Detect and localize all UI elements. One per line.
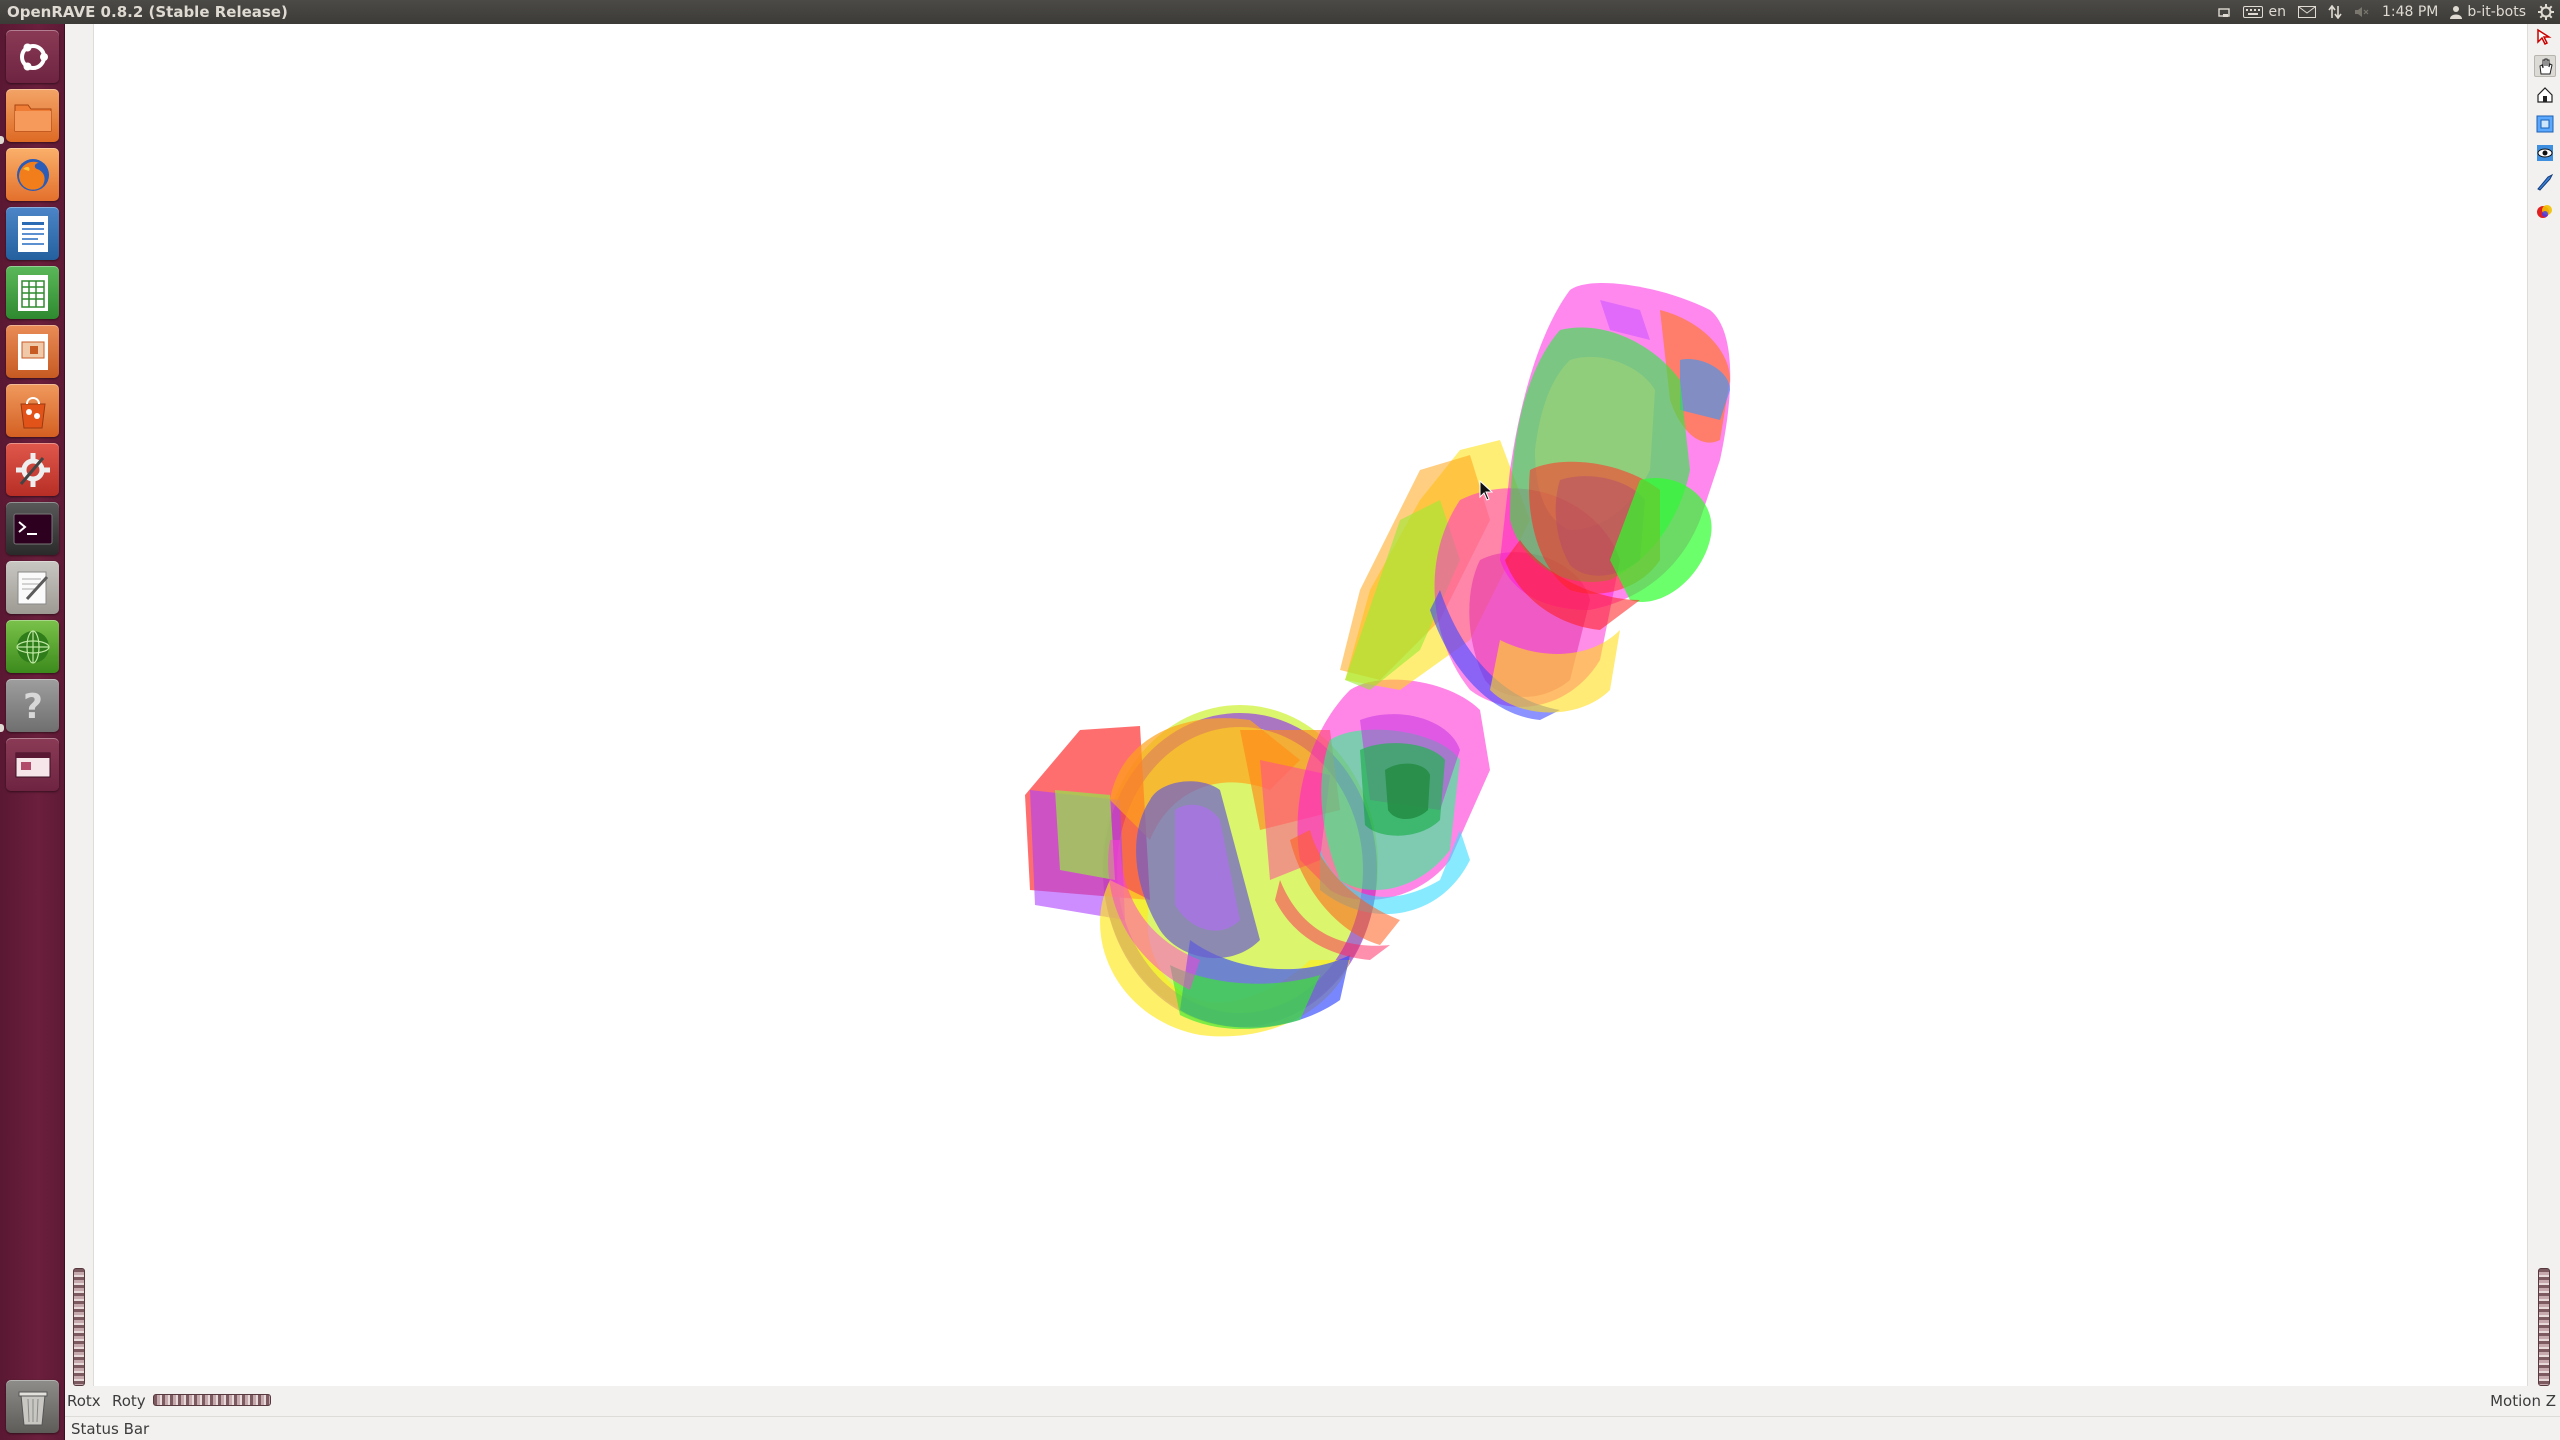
projection-icon (2537, 173, 2554, 191)
status-bar: Status Bar (65, 1416, 2560, 1440)
tool-view[interactable] (2534, 55, 2556, 77)
zoom-thumbwheel[interactable] (2538, 1268, 2550, 1386)
tool-pick[interactable] (2534, 26, 2556, 48)
roty-label: Roty (112, 1392, 146, 1410)
view-hand-icon (2539, 58, 2553, 75)
tool-view-all[interactable] (2534, 113, 2556, 135)
seek-eye-icon (2537, 145, 2553, 161)
robot-arm-model (1025, 282, 1731, 1037)
tool-home[interactable] (2534, 84, 2556, 106)
rotx-label: Rotx (67, 1392, 101, 1410)
home-icon (2537, 87, 2553, 103)
tool-seek[interactable] (2534, 142, 2556, 164)
roty-thumbwheel[interactable] (153, 1394, 271, 1406)
tool-color[interactable] (2534, 200, 2556, 222)
viewer-toolbar (2527, 24, 2560, 1386)
thumbwheel-bar: Rotx Roty Motion Z (65, 1386, 2560, 1416)
status-text: Status Bar (71, 1420, 150, 1438)
mouse-cursor-icon (1479, 480, 1493, 501)
pick-arrow-icon (2537, 28, 2552, 46)
view-all-icon (2536, 115, 2554, 133)
motion-z-label: Motion Z (2490, 1392, 2556, 1410)
robot-wrist (1500, 282, 1731, 630)
color-palette-icon (2537, 205, 2552, 218)
tool-projection[interactable] (2534, 171, 2556, 193)
